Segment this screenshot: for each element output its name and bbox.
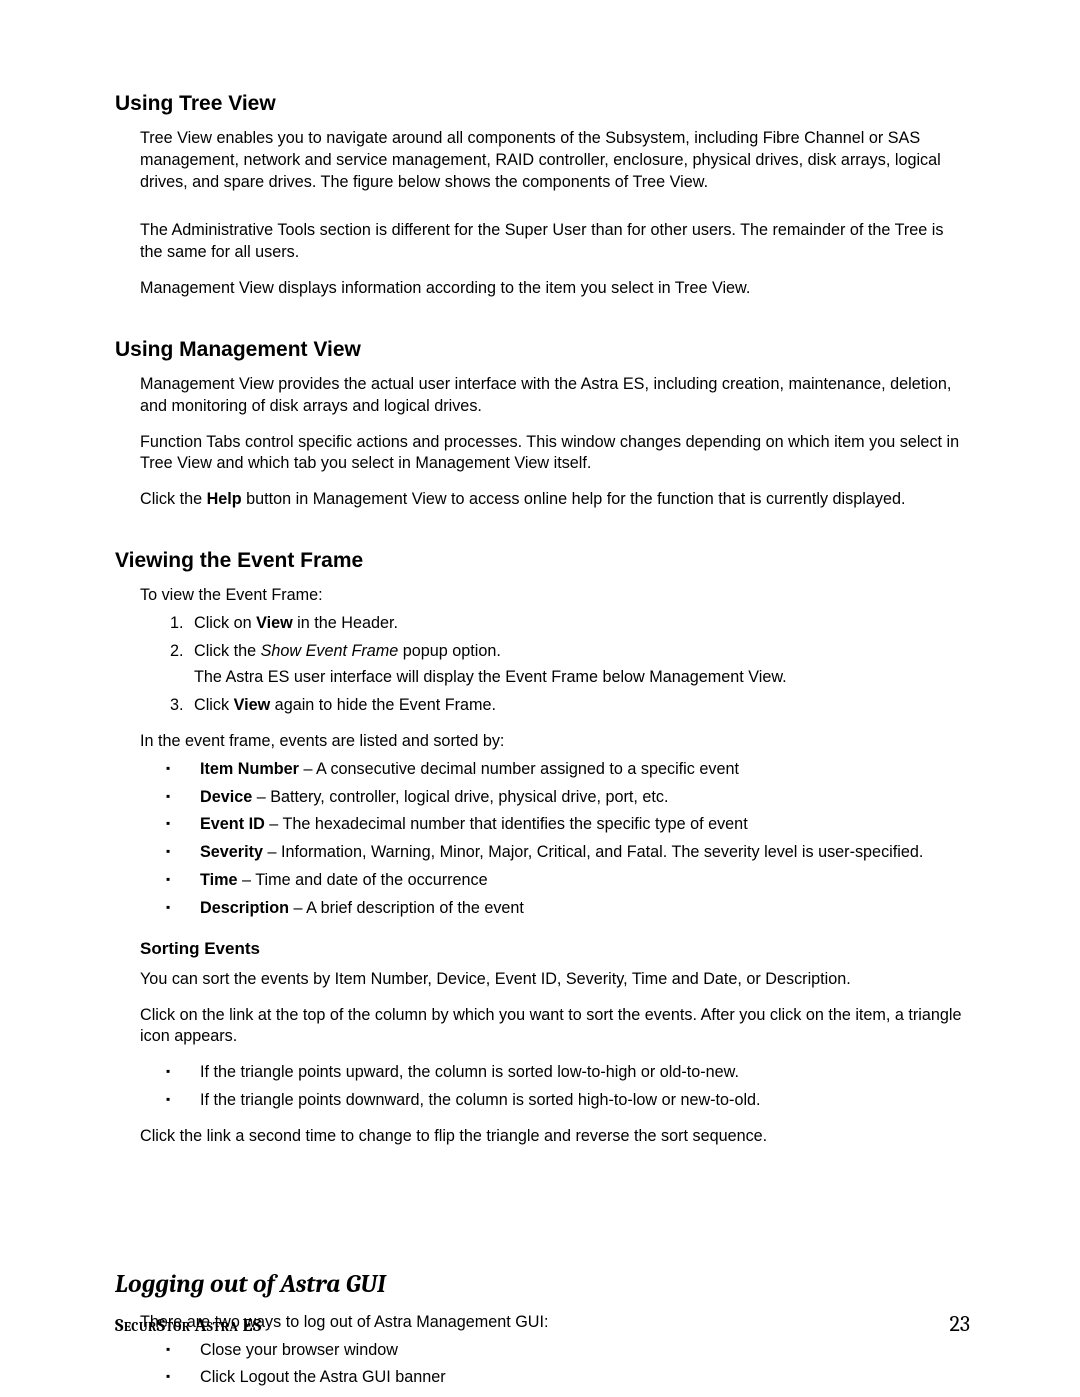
- text: in the Header.: [293, 614, 398, 632]
- view-bold: View: [256, 614, 293, 632]
- field-name: Device: [200, 788, 252, 806]
- text: Click the: [194, 642, 261, 660]
- view-bold: View: [234, 696, 271, 714]
- paragraph: Management View provides the actual user…: [140, 374, 970, 418]
- paragraph: Function Tabs control specific actions a…: [140, 432, 970, 476]
- paragraph: In the event frame, events are listed an…: [140, 731, 970, 753]
- paragraph: To view the Event Frame:: [140, 585, 970, 607]
- text: again to hide the Event Frame.: [270, 696, 496, 714]
- heading-tree-view: Using Tree View: [115, 90, 970, 118]
- text: Click: [194, 696, 234, 714]
- field-desc: – Time and date of the occurrence: [238, 871, 488, 889]
- paragraph: Management View displays information acc…: [140, 278, 970, 300]
- field-desc: – Information, Warning, Minor, Major, Cr…: [263, 843, 923, 861]
- page-content: Using Tree View Tree View enables you to…: [115, 90, 970, 1389]
- heading-sorting-events: Sorting Events: [140, 938, 970, 961]
- heading-event-frame: Viewing the Event Frame: [115, 547, 970, 575]
- heading-management-view: Using Management View: [115, 336, 970, 364]
- text: popup option.: [398, 642, 501, 660]
- list-item: Description – A brief description of the…: [166, 898, 970, 920]
- document-page: Using Tree View Tree View enables you to…: [0, 0, 1080, 1397]
- field-name: Item Number: [200, 760, 299, 778]
- step-subtext: The Astra ES user interface will display…: [194, 667, 970, 689]
- show-event-frame-italic: Show Event Frame: [261, 642, 399, 660]
- text: Click on: [194, 614, 256, 632]
- list-item: Item Number – A consecutive decimal numb…: [166, 759, 970, 781]
- list-item: Severity – Information, Warning, Minor, …: [166, 842, 970, 864]
- event-fields-list: Item Number – A consecutive decimal numb…: [140, 759, 970, 920]
- text: button in Management View to access onli…: [242, 490, 906, 508]
- help-bold: Help: [207, 490, 242, 508]
- sorting-bullets: If the triangle points upward, the colum…: [140, 1062, 970, 1112]
- list-item: Click Logout the Astra GUI banner: [166, 1367, 970, 1389]
- step-item: Click the Show Event Frame popup option.…: [188, 641, 970, 689]
- paragraph: Click the link a second time to change t…: [140, 1126, 970, 1148]
- field-desc: – Battery, controller, logical drive, ph…: [252, 788, 668, 806]
- field-desc: – A brief description of the event: [289, 899, 524, 917]
- heading-logging-out: Logging out of Astra GUI: [115, 1268, 970, 1302]
- list-item: If the triangle points downward, the col…: [166, 1090, 970, 1112]
- text: Click the: [140, 490, 207, 508]
- field-name: Description: [200, 899, 289, 917]
- field-desc: – The hexadecimal number that identifies…: [265, 815, 748, 833]
- list-item: Time – Time and date of the occurrence: [166, 870, 970, 892]
- field-desc: – A consecutive decimal number assigned …: [299, 760, 739, 778]
- footer-page-number: 23: [949, 1311, 970, 1337]
- logout-bullets: Close your browser window Click Logout t…: [140, 1340, 970, 1390]
- footer-product-name: SecurStor Astra ES: [115, 1315, 262, 1336]
- paragraph: The Administrative Tools section is diff…: [140, 220, 970, 264]
- paragraph: Tree View enables you to navigate around…: [140, 128, 970, 194]
- list-item: Close your browser window: [166, 1340, 970, 1362]
- paragraph: Click the Help button in Management View…: [140, 489, 970, 511]
- field-name: Event ID: [200, 815, 265, 833]
- list-item: Event ID – The hexadecimal number that i…: [166, 814, 970, 836]
- paragraph: Click on the link at the top of the colu…: [140, 1005, 970, 1049]
- field-name: Severity: [200, 843, 263, 861]
- step-item: Click on View in the Header.: [188, 613, 970, 635]
- page-footer: SecurStor Astra ES 23: [115, 1311, 970, 1337]
- list-item: Device – Battery, controller, logical dr…: [166, 787, 970, 809]
- list-item: If the triangle points upward, the colum…: [166, 1062, 970, 1084]
- field-name: Time: [200, 871, 238, 889]
- step-item: Click View again to hide the Event Frame…: [188, 695, 970, 717]
- paragraph: You can sort the events by Item Number, …: [140, 969, 970, 991]
- ordered-steps: Click on View in the Header. Click the S…: [140, 613, 970, 716]
